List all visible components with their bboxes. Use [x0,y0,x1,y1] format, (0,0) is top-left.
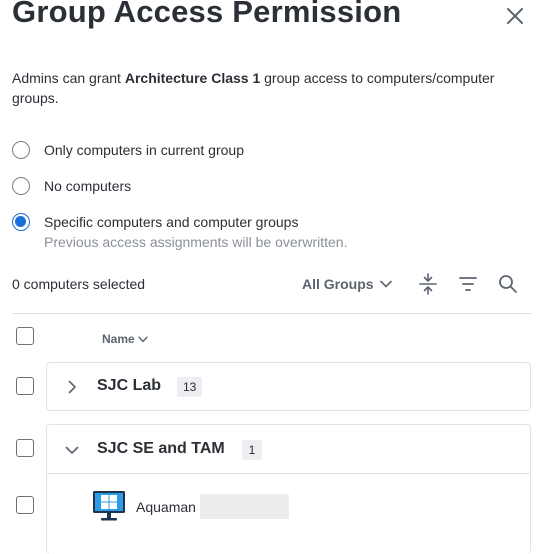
group-count-badge: 13 [177,377,203,397]
sort-chevron-down-icon [137,336,148,342]
page-title: Group Access Permission [12,0,402,29]
option-only-current-group[interactable]: Only computers in current group [12,140,244,160]
chevron-down-icon [379,280,392,288]
select-all-checkbox[interactable] [16,327,34,345]
group-row-sjc-se-and-tam[interactable]: SJC SE and TAM 1 [46,424,531,554]
option-no-computers[interactable]: No computers [12,176,131,196]
radio-button-selected[interactable] [12,213,30,231]
search-icon[interactable] [497,273,519,295]
redacted-text [200,494,289,519]
close-icon[interactable] [503,4,527,28]
group-row-sjc-lab[interactable]: SJC Lab 13 [46,362,531,411]
toolbar-divider [12,313,532,314]
group-row-checkbox[interactable] [16,377,34,395]
option-sublabel: Previous access assignments will be over… [44,234,348,250]
computer-row-checkbox[interactable] [16,496,34,514]
radio-button[interactable] [12,141,30,159]
group-row-checkbox[interactable] [16,439,34,457]
column-header-label: Name [102,332,135,346]
option-specific-computers[interactable]: Specific computers and computer groups P… [12,212,347,252]
list-toolbar: 0 computers selected All Groups [12,270,532,300]
group-count-badge: 1 [242,440,262,460]
groups-filter-dropdown[interactable]: All Groups [302,276,392,292]
groups-filter-label: All Groups [302,276,374,292]
option-label: Only computers in current group [44,142,244,158]
windows-monitor-icon [93,491,125,521]
option-label: Specific computers and computer groups P… [44,212,347,252]
row-divider [47,473,531,474]
chevron-down-icon[interactable] [65,443,79,457]
computer-name[interactable]: Aquaman [136,499,196,515]
chevron-right-icon[interactable] [65,380,79,394]
selected-count: 0 computers selected [12,276,146,292]
group-name: SJC SE and TAM [97,440,225,457]
option-label: No computers [44,178,132,194]
group-name-bold: Architecture Class 1 [124,70,261,86]
radio-button[interactable] [12,177,30,195]
option-label-text: Specific computers and computer groups [44,214,299,230]
dialog-description: Admins can grant Architecture Class 1 gr… [12,68,537,108]
column-header-name[interactable]: Name [102,332,148,346]
filter-icon[interactable] [457,273,479,295]
expand-collapse-icon[interactable] [417,273,439,295]
description-prefix: Admins can grant [12,70,125,86]
group-name: SJC Lab [97,377,162,394]
